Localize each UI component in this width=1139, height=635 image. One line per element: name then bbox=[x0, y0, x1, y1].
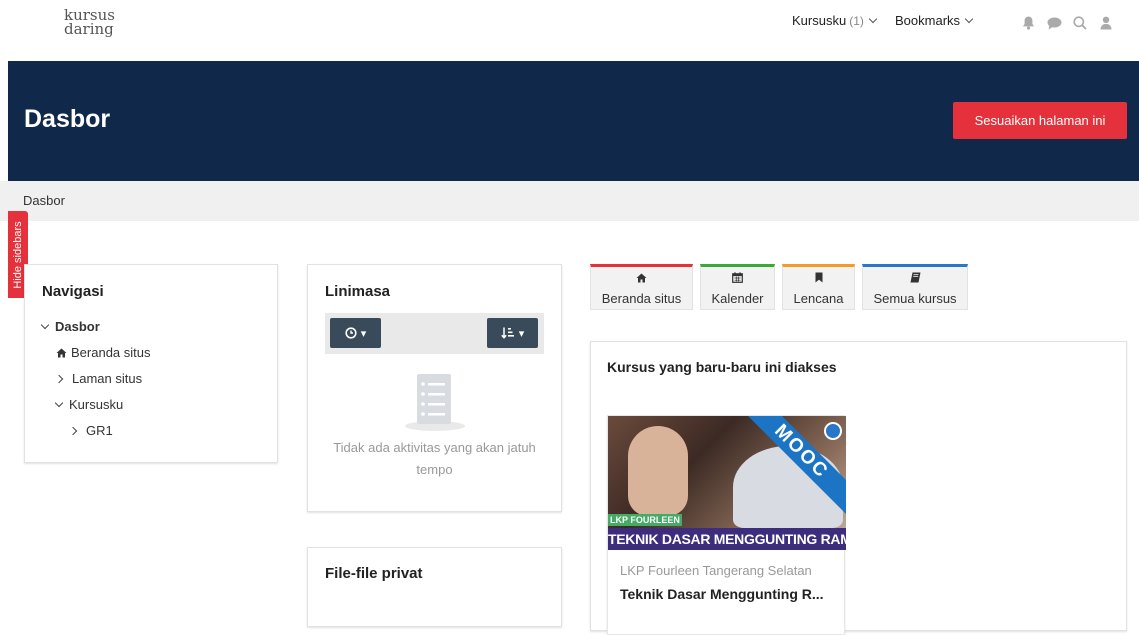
user-icon[interactable] bbox=[1098, 15, 1114, 31]
bell-icon[interactable] bbox=[1020, 15, 1036, 31]
timeline-title: Linimasa bbox=[325, 283, 391, 300]
chevron-down-icon bbox=[964, 14, 974, 23]
course-image-logo: LKP FOURLEEN bbox=[608, 514, 682, 526]
timeline-block: Linimasa ▾ ▾ Tidak ada aktivitas yang ak… bbox=[307, 264, 562, 512]
empty-list-icon bbox=[403, 374, 467, 437]
nav-item-dasbor[interactable]: Dasbor bbox=[40, 319, 100, 334]
chat-icon[interactable] bbox=[1046, 15, 1062, 31]
private-files-title: File-file privat bbox=[325, 565, 423, 582]
timeline-empty-message: Tidak ada aktivitas yang akan jatuh temp… bbox=[333, 440, 536, 477]
navbar-icons bbox=[1020, 15, 1114, 31]
mycourses-count: (1) bbox=[849, 13, 864, 28]
chevron-right-icon bbox=[68, 426, 78, 435]
quicklink-label: Kalender bbox=[711, 291, 764, 306]
quicklink-label: Beranda situs bbox=[601, 291, 682, 306]
home-icon bbox=[56, 348, 67, 357]
quicklink-kalender[interactable]: Kalender bbox=[700, 264, 775, 310]
navigation-title: Navigasi bbox=[42, 283, 104, 300]
mycourses-label: Kursusku bbox=[792, 13, 847, 28]
clock-icon bbox=[345, 327, 357, 339]
search-icon[interactable] bbox=[1072, 15, 1088, 31]
nav-item-label: Laman situs bbox=[72, 371, 143, 386]
course-name-link[interactable]: Teknik Dasar Menggunting R... bbox=[620, 586, 824, 602]
nav-item-label: Dasbor bbox=[55, 319, 100, 334]
book-icon bbox=[863, 271, 967, 285]
nav-item-label: Kursusku bbox=[69, 397, 124, 412]
chevron-down-icon bbox=[868, 14, 878, 23]
customize-page-button[interactable]: Sesuaikan halaman ini bbox=[953, 102, 1127, 139]
quicklink-semua-kursus[interactable]: Semua kursus bbox=[862, 264, 968, 310]
nav-item-label: GR1 bbox=[86, 423, 113, 438]
bookmark-icon bbox=[783, 271, 854, 285]
quicklink-label: Semua kursus bbox=[873, 291, 957, 306]
page-title: Dasbor bbox=[24, 105, 111, 133]
caret-down-icon: ▾ bbox=[360, 327, 367, 340]
page-header: Dasbor Sesuaikan halaman ini bbox=[8, 61, 1139, 181]
calendar-icon bbox=[701, 271, 774, 285]
logo-line-2: daring bbox=[64, 20, 114, 38]
breadcrumb: Dasbor bbox=[0, 181, 1139, 221]
nav-item-label: Beranda situs bbox=[71, 345, 151, 360]
chevron-right-icon bbox=[54, 374, 64, 383]
nav-item-beranda-situs[interactable]: Beranda situs bbox=[56, 345, 151, 360]
chevron-down-icon bbox=[40, 320, 50, 329]
site-logo[interactable]: kursus daring bbox=[64, 8, 115, 38]
timeline-sort-dropdown[interactable]: ▾ bbox=[487, 318, 538, 348]
course-card[interactable]: MOOC LKP FOURLEEN TEKNIK DASAR MENGGUNTI… bbox=[607, 415, 846, 635]
recent-courses-block: Kursus yang baru-baru ini diakses MOOC L… bbox=[590, 341, 1127, 635]
recent-courses-title: Kursus yang baru-baru ini diakses bbox=[607, 359, 837, 375]
course-image[interactable]: MOOC LKP FOURLEEN TEKNIK DASAR MENGGUNTI… bbox=[608, 416, 846, 550]
course-image-badge-icon bbox=[824, 422, 842, 440]
sort-icon bbox=[500, 327, 514, 339]
private-files-block: File-file privat bbox=[307, 547, 562, 627]
chevron-down-icon bbox=[54, 398, 64, 407]
course-image-person bbox=[628, 426, 688, 516]
timeline-toolbar: ▾ ▾ bbox=[325, 313, 544, 354]
nav-item-laman-situs[interactable]: Laman situs bbox=[54, 371, 143, 386]
breadcrumb-item-dasbor[interactable]: Dasbor bbox=[23, 193, 65, 208]
hide-sidebars-label: Hide sidebars bbox=[12, 220, 24, 289]
bookmarks-label: Bookmarks bbox=[895, 13, 961, 28]
bookmarks-menu[interactable]: Bookmarks bbox=[895, 13, 974, 28]
quicklink-beranda-situs[interactable]: Beranda situs bbox=[590, 264, 693, 310]
timeline-filter-dropdown[interactable]: ▾ bbox=[330, 318, 381, 348]
mycourses-menu[interactable]: Kursusku (1) bbox=[792, 13, 878, 28]
quicklink-label: Lencana bbox=[793, 291, 844, 306]
nav-item-gr1[interactable]: GR1 bbox=[68, 423, 113, 438]
course-category: LKP Fourleen Tangerang Selatan bbox=[620, 563, 812, 578]
course-image-banner: TEKNIK DASAR MENGGUNTING RAMBUT bbox=[608, 528, 846, 550]
caret-down-icon: ▾ bbox=[518, 327, 525, 340]
nav-item-kursusku[interactable]: Kursusku bbox=[54, 397, 124, 412]
top-navbar: kursus daring Kursusku (1) Bookmarks bbox=[0, 0, 1139, 61]
quicklink-lencana[interactable]: Lencana bbox=[782, 264, 855, 310]
home-icon bbox=[591, 271, 692, 285]
navigation-block: Navigasi Dasbor Beranda situs Laman situ… bbox=[24, 264, 278, 463]
